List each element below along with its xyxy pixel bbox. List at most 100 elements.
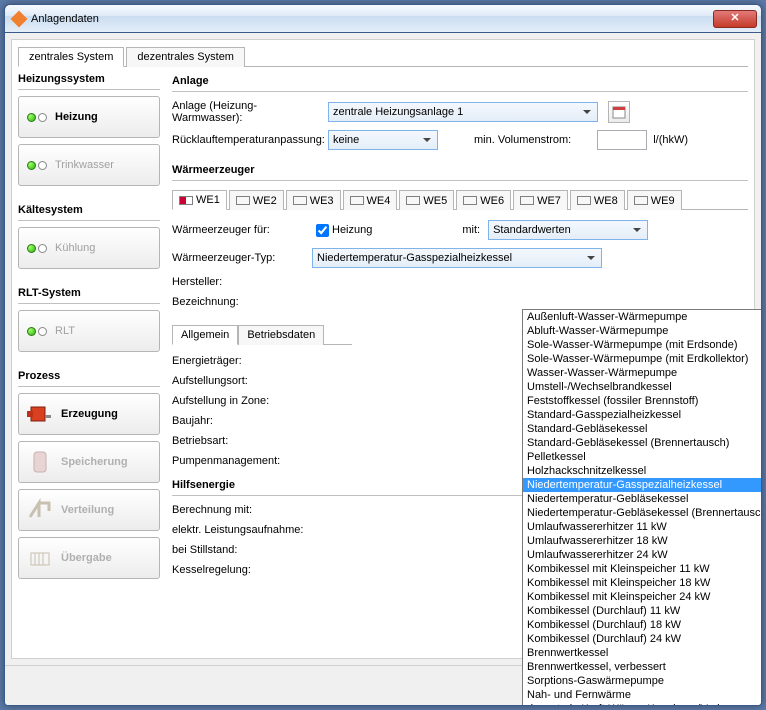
tab-central[interactable]: zentrales System (18, 47, 124, 67)
we-tab-4[interactable]: WE4 (343, 190, 398, 210)
calendar-button[interactable] (608, 101, 630, 123)
app-icon (11, 10, 28, 27)
transfer-icon (27, 545, 53, 571)
tab-decentral[interactable]: dezentrales System (126, 47, 245, 67)
bezeichnung-label: Bezeichnung: (172, 296, 312, 308)
sidebtn-storage[interactable]: Speicherung (18, 441, 160, 483)
typ-option[interactable]: Brennwertkessel (523, 646, 762, 660)
sidebtn-distribution[interactable]: Verteilung (18, 489, 160, 531)
typ-option[interactable]: Sole-Wasser-Wärmepumpe (mit Erdkollektor… (523, 352, 762, 366)
sidebtn-heating[interactable]: Heizung (18, 96, 160, 138)
group-rlt: RLT-System (18, 285, 160, 304)
mit-select[interactable]: Standardwerten (488, 220, 648, 240)
we-tab-3[interactable]: WE3 (286, 190, 341, 210)
typ-option[interactable]: Niedertemperatur-Gasspezialheizkessel (523, 478, 762, 492)
anlage-select[interactable]: zentrale Heizungsanlage 1 (328, 102, 598, 122)
kessel-label: Kesselregelung: (172, 564, 312, 576)
ruecklauf-label: Rücklauftemperaturanpassung: (172, 134, 322, 146)
typ-option[interactable]: Sorptions-Gaswärmepumpe (523, 674, 762, 688)
titlebar: Anlagendaten ✕ (5, 5, 761, 33)
typ-option[interactable]: Umlaufwassererhitzer 24 kW (523, 548, 762, 562)
typ-option[interactable]: Kombikessel (Durchlauf) 24 kW (523, 632, 762, 646)
typ-option[interactable]: Umlaufwassererhitzer 18 kW (523, 534, 762, 548)
storage-icon (27, 449, 53, 475)
typ-option[interactable]: Sole-Wasser-Wärmepumpe (mit Erdsonde) (523, 338, 762, 352)
window-title: Anlagendaten (31, 13, 713, 25)
typ-label: Wärmeerzeuger-Typ: (172, 252, 312, 264)
we-tab-9[interactable]: WE9 (627, 190, 682, 210)
leistung-label: elektr. Leistungsaufnahme: (172, 524, 312, 536)
app-window: Anlagendaten ✕ zentrales System dezentra… (4, 4, 762, 706)
typ-option[interactable]: Nah- und Fernwärme (523, 688, 762, 702)
sidebar: Heizungssystem Heizung Trinkwasser Kälte… (18, 71, 160, 652)
zone-label: Aufstellung in Zone: (172, 395, 312, 407)
betriebsart-label: Betriebsart: (172, 435, 312, 447)
typ-option[interactable]: Kombikessel (Durchlauf) 11 kW (523, 604, 762, 618)
energie-label: Energieträger: (172, 355, 312, 367)
minvol-unit: l/(hkW) (653, 134, 688, 146)
hersteller-label: Hersteller: (172, 276, 312, 288)
typ-option[interactable]: Umlaufwassererhitzer 11 kW (523, 520, 762, 534)
we-tab-6[interactable]: WE6 (456, 190, 511, 210)
we-tab-1[interactable]: WE1 (172, 190, 227, 210)
sidebtn-rlt[interactable]: RLT (18, 310, 160, 352)
sub-tabstrip: Allgemein Betriebsdaten (172, 324, 352, 345)
minvol-label: min. Volumenstrom: (474, 134, 571, 146)
typ-option[interactable]: Außenluft-Wasser-Wärmepumpe (523, 310, 762, 324)
we-fuer-label: Wärmeerzeuger für: (172, 224, 312, 236)
typ-option[interactable]: Standard-Gebläsekessel (523, 422, 762, 436)
main-tabstrip: zentrales System dezentrales System (18, 46, 748, 67)
baujahr-label: Baujahr: (172, 415, 312, 427)
typ-option[interactable]: Kombikessel mit Kleinspeicher 11 kW (523, 562, 762, 576)
distribution-icon (27, 497, 53, 523)
client-area: zentrales System dezentrales System Heiz… (11, 39, 755, 659)
close-button[interactable]: ✕ (713, 10, 757, 28)
we-tab-7[interactable]: WE7 (513, 190, 568, 210)
sidebtn-generation[interactable]: Erzeugung (18, 393, 160, 435)
mit-label: mit: (462, 224, 480, 236)
sidebtn-water[interactable]: Trinkwasser (18, 144, 160, 186)
berechnung-label: Berechnung mit: (172, 504, 312, 516)
group-process: Prozess (18, 368, 160, 387)
typ-option[interactable]: Niedertemperatur-Gebläsekessel (Brennert… (523, 506, 762, 520)
subtab-general[interactable]: Allgemein (172, 325, 238, 345)
typ-option[interactable]: Standard-Gasspezialheizkessel (523, 408, 762, 422)
stillstand-label: bei Stillstand: (172, 544, 312, 556)
generator-icon (27, 401, 53, 427)
subtab-ops[interactable]: Betriebsdaten (238, 325, 324, 345)
typ-select[interactable]: Niedertemperatur-Gasspezialheizkessel (312, 248, 602, 268)
typ-option[interactable]: Kombikessel mit Kleinspeicher 24 kW (523, 590, 762, 604)
section-anlage: Anlage (172, 73, 748, 92)
calendar-icon (612, 105, 626, 119)
typ-option[interactable]: Feststoffkessel (fossiler Brennstoff) (523, 394, 762, 408)
main-panel: Anlage Anlage (Heizung-Warmwasser): zent… (172, 71, 748, 652)
typ-option[interactable]: Pelletkessel (523, 450, 762, 464)
aufstellung-label: Aufstellungsort: (172, 375, 312, 387)
typ-option[interactable]: Holzhackschnitzelkessel (523, 464, 762, 478)
typ-option[interactable]: Wasser-Wasser-Wärmepumpe (523, 366, 762, 380)
pumpen-label: Pumpenmanagement: (172, 455, 312, 467)
typ-option[interactable]: dezentrale Kraft-Wärme-Kopplung (Verbren… (523, 702, 762, 706)
minvol-input[interactable] (597, 130, 647, 150)
anlage-label: Anlage (Heizung-Warmwasser): (172, 100, 322, 124)
group-cooling: Kältesystem (18, 202, 160, 221)
typ-option[interactable]: Kombikessel mit Kleinspeicher 18 kW (523, 576, 762, 590)
sidebtn-transfer[interactable]: Übergabe (18, 537, 160, 579)
typ-option[interactable]: Umstell-/Wechselbrandkessel (523, 380, 762, 394)
we-tabstrip: WE1WE2WE3WE4WE5WE6WE7WE8WE9 (172, 189, 748, 210)
typ-option[interactable]: Kombikessel (Durchlauf) 18 kW (523, 618, 762, 632)
ruecklauf-select[interactable]: keine (328, 130, 438, 150)
typ-option[interactable]: Brennwertkessel, verbessert (523, 660, 762, 674)
typ-dropdown-list[interactable]: Außenluft-Wasser-WärmepumpeAbluft-Wasser… (522, 309, 762, 706)
typ-option[interactable]: Niedertemperatur-Gebläsekessel (523, 492, 762, 506)
we-tab-8[interactable]: WE8 (570, 190, 625, 210)
heizung-checkbox[interactable] (316, 224, 329, 237)
group-heating: Heizungssystem (18, 71, 160, 90)
section-we: Wärmeerzeuger (172, 162, 748, 181)
we-tab-2[interactable]: WE2 (229, 190, 284, 210)
sidebtn-cooling[interactable]: Kühlung (18, 227, 160, 269)
we-tab-5[interactable]: WE5 (399, 190, 454, 210)
typ-option[interactable]: Standard-Gebläsekessel (Brennertausch) (523, 436, 762, 450)
typ-option[interactable]: Abluft-Wasser-Wärmepumpe (523, 324, 762, 338)
content: Heizungssystem Heizung Trinkwasser Kälte… (18, 71, 748, 652)
